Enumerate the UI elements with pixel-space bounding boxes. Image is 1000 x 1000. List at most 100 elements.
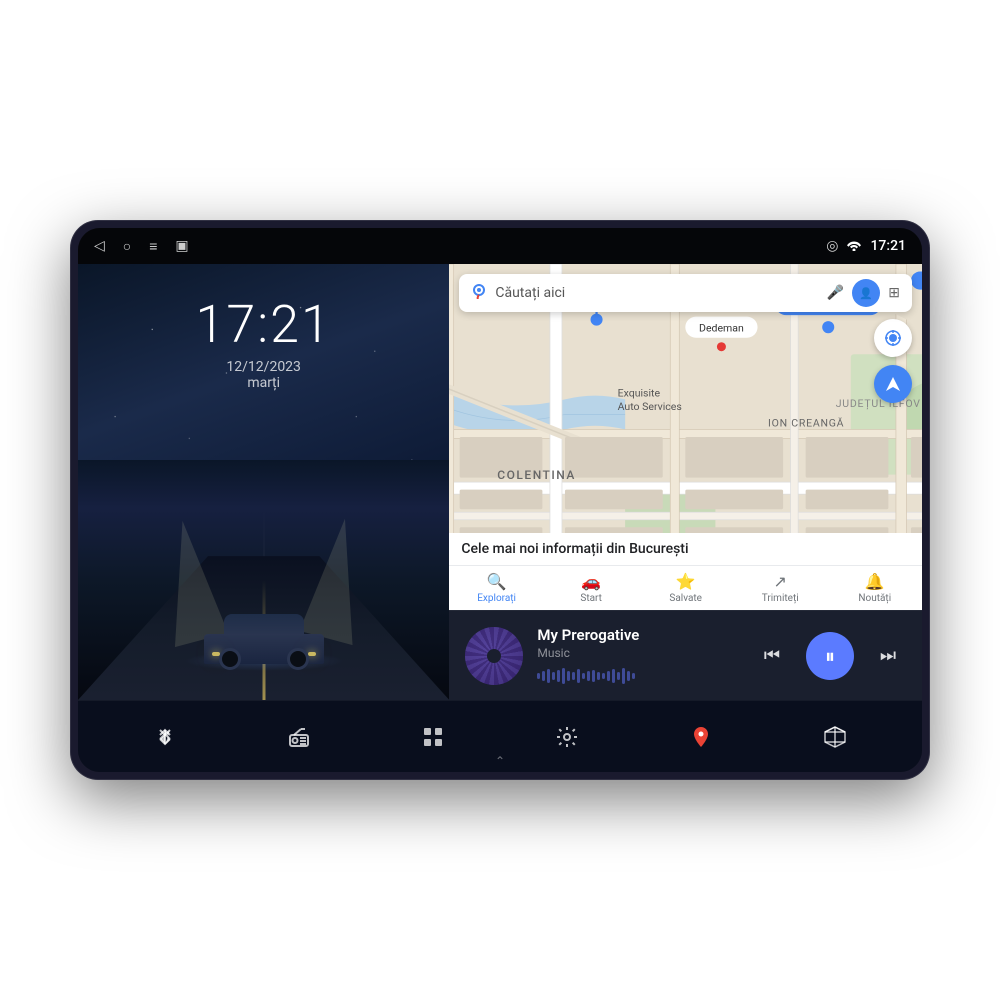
nav-radio[interactable] bbox=[274, 712, 324, 762]
start-icon: 🚗 bbox=[581, 572, 601, 591]
waveform-bar-16 bbox=[612, 669, 615, 683]
car-illustration-area bbox=[78, 460, 449, 700]
music-player: ♪ My Prerogative Music bbox=[449, 610, 922, 700]
waveform-bar-10 bbox=[582, 673, 585, 679]
music-info: My Prerogative Music bbox=[537, 626, 740, 686]
tunnel-background bbox=[78, 460, 449, 700]
map-search-bar[interactable]: Căutați aici 🎤 👤 ⊞ bbox=[459, 274, 912, 312]
right-panel: Carrefour Dragonul Roșu Mega Shop P bbox=[449, 264, 922, 700]
album-art: ♪ bbox=[465, 627, 523, 685]
waveform-bar-15 bbox=[607, 671, 610, 681]
waveform-bar-17 bbox=[617, 672, 620, 680]
clock-status: 17:21 bbox=[870, 238, 906, 254]
location-button[interactable] bbox=[874, 319, 912, 357]
waveform-bar-13 bbox=[597, 672, 600, 680]
nav-maps[interactable] bbox=[676, 712, 726, 762]
prev-button[interactable]: ⏮ bbox=[754, 638, 790, 674]
search-placeholder[interactable]: Căutați aici bbox=[495, 285, 826, 301]
waveform-bar-14 bbox=[602, 673, 605, 679]
waveform-bar-12 bbox=[592, 670, 595, 682]
clock-day: marți bbox=[196, 375, 332, 391]
nav-buttons: ◁ ○ ≡ ▣ bbox=[94, 238, 189, 255]
send-label: Trimiteți bbox=[762, 593, 799, 604]
bottom-chevron: ⌃ bbox=[495, 754, 505, 768]
microphone-icon[interactable]: 🎤 bbox=[827, 285, 844, 301]
explore-icon: 🔍 bbox=[487, 572, 507, 591]
map-tab-explore[interactable]: 🔍 Explorați bbox=[449, 570, 544, 606]
clock-time: 17:21 bbox=[196, 294, 332, 355]
car-wheel-right bbox=[287, 648, 309, 670]
waveform-bar-7 bbox=[567, 671, 570, 681]
album-art-design bbox=[465, 627, 523, 685]
waveform-bar-1 bbox=[537, 673, 540, 679]
music-note-icon: ♪ bbox=[489, 643, 499, 668]
bottom-navigation: ⌃ bbox=[78, 700, 922, 772]
music-waveform bbox=[537, 666, 740, 686]
wifi-icon bbox=[846, 239, 862, 254]
layers-icon[interactable]: ⊞ bbox=[888, 285, 900, 301]
waveform-bar-6 bbox=[562, 668, 565, 684]
nav-apps[interactable] bbox=[408, 712, 458, 762]
music-title: My Prerogative bbox=[537, 626, 740, 644]
waveform-bar-3 bbox=[547, 669, 550, 683]
play-pause-button[interactable]: ⏸ bbox=[806, 632, 854, 680]
left-panel-lockscreen: 17:21 12/12/2023 marți bbox=[78, 264, 449, 700]
explore-label: Explorați bbox=[477, 593, 516, 604]
location-icon: ◎ bbox=[826, 238, 838, 254]
navigate-button[interactable] bbox=[874, 365, 912, 403]
waveform-bar-11 bbox=[587, 671, 590, 681]
send-icon: ↗ bbox=[774, 572, 787, 591]
map-info-title: Cele mai noi informații din București bbox=[449, 541, 922, 565]
home-icon[interactable]: ○ bbox=[123, 238, 131, 255]
car-wheel-left bbox=[219, 648, 241, 670]
screenshot-icon[interactable]: ▣ bbox=[175, 238, 188, 254]
music-source: Music bbox=[537, 646, 740, 660]
waveform-bar-8 bbox=[572, 672, 575, 680]
music-controls: ⏮ ⏸ ⏭ bbox=[754, 632, 906, 680]
status-bar: ◁ ○ ≡ ▣ ◎ 17:21 bbox=[78, 228, 922, 264]
clock-area: 17:21 12/12/2023 marți bbox=[196, 294, 332, 391]
svg-text:Dedeman: Dedeman bbox=[699, 322, 744, 335]
waveform-bar-20 bbox=[632, 673, 635, 679]
map-area[interactable]: Carrefour Dragonul Roșu Mega Shop P bbox=[449, 264, 922, 610]
car-headlight-right bbox=[308, 652, 316, 656]
back-icon[interactable]: ◁ bbox=[94, 238, 105, 254]
nav-3d[interactable] bbox=[810, 712, 860, 762]
next-button[interactable]: ⏭ bbox=[870, 638, 906, 674]
waveform-bar-19 bbox=[627, 671, 630, 681]
menu-icon[interactable]: ≡ bbox=[149, 238, 157, 255]
map-info-bar: Cele mai noi informații din București 🔍 … bbox=[449, 533, 922, 610]
map-controls bbox=[874, 319, 912, 403]
waveform-bar-2 bbox=[542, 671, 545, 681]
waveform-bar-9 bbox=[577, 669, 580, 683]
device-screen: ◁ ○ ≡ ▣ ◎ 17:21 17:21 bbox=[78, 228, 922, 772]
waveform-bar-18 bbox=[622, 668, 625, 684]
saved-icon: ⭐ bbox=[676, 572, 696, 591]
svg-text:Exquisite: Exquisite bbox=[618, 386, 661, 399]
search-actions: 🎤 👤 ⊞ bbox=[827, 279, 900, 307]
waveform-bar-5 bbox=[557, 670, 560, 682]
start-label: Start bbox=[580, 593, 602, 604]
news-icon: 🔔 bbox=[865, 572, 885, 591]
car-roof bbox=[224, 614, 304, 636]
map-tab-send[interactable]: ↗ Trimiteți bbox=[733, 570, 828, 606]
status-indicators: ◎ 17:21 bbox=[826, 238, 906, 254]
clock-date: 12/12/2023 bbox=[196, 359, 332, 375]
nav-bluetooth[interactable] bbox=[140, 712, 190, 762]
svg-text:Auto Services: Auto Services bbox=[618, 400, 682, 413]
svg-text:COLENTINA: COLENTINA bbox=[498, 468, 577, 482]
google-maps-icon bbox=[471, 283, 487, 303]
car-body bbox=[204, 634, 324, 664]
nav-settings[interactable] bbox=[542, 712, 592, 762]
map-tab-news[interactable]: 🔔 Noutăți bbox=[827, 570, 922, 606]
map-tab-start[interactable]: 🚗 Start bbox=[544, 570, 639, 606]
waveform-bar-4 bbox=[552, 672, 555, 680]
map-tab-saved[interactable]: ⭐ Salvate bbox=[638, 570, 733, 606]
svg-text:ION CREANGĂ: ION CREANGĂ bbox=[768, 416, 844, 429]
main-content: 17:21 12/12/2023 marți bbox=[78, 264, 922, 700]
profile-icon[interactable]: 👤 bbox=[852, 279, 880, 307]
device-frame: ◁ ○ ≡ ▣ ◎ 17:21 17:21 bbox=[70, 220, 930, 780]
saved-label: Salvate bbox=[669, 593, 702, 604]
car-silhouette bbox=[194, 604, 334, 664]
map-tabs: 🔍 Explorați 🚗 Start ⭐ Salvate bbox=[449, 565, 922, 606]
